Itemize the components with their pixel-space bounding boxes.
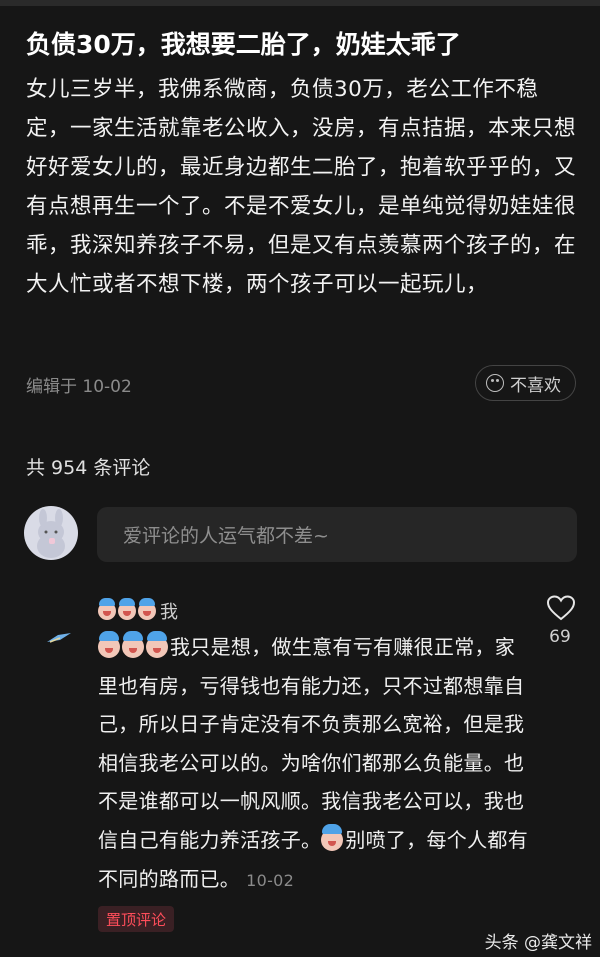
dislike-button[interactable]: 不喜欢 <box>475 365 576 401</box>
post-edit-time: 编辑于 10-02 <box>26 377 132 397</box>
post-title: 负债30万，我想要二胎了，奶娃太乖了 <box>26 30 461 59</box>
crying-emoji-icon <box>146 631 168 658</box>
commenter-avatar-icon[interactable] <box>46 632 72 644</box>
crying-emoji-icon <box>321 823 344 851</box>
dislike-label: 不喜欢 <box>510 375 561 396</box>
comment-count: 共 954 条评论 <box>26 457 151 479</box>
comment-text-part1: 我只是想，做生意有亏有赚很正常，家里也有房，亏得钱也有能力还，只不过都想靠自己，… <box>98 635 525 852</box>
crying-emoji-icon <box>98 598 116 620</box>
comment-input[interactable]: 爱评论的人运气都不差~ <box>97 507 577 562</box>
post-body: 女儿三岁半，我佛系微商，负债30万，老公工作不稳定，一家生活就靠老公收入，没房，… <box>26 77 577 297</box>
crying-emoji-icon <box>122 631 144 658</box>
watermark: 头条 @龚文祥 <box>484 933 592 953</box>
like-button[interactable] <box>546 595 576 625</box>
top-strip <box>0 0 600 6</box>
crying-emoji-icon <box>98 631 120 658</box>
user-avatar[interactable] <box>24 506 78 560</box>
comment-author-name: 我 <box>160 602 178 623</box>
bunny-avatar-icon <box>37 509 65 558</box>
pinned-comment-tag: 置顶评论 <box>98 906 175 932</box>
heart-icon <box>546 595 576 621</box>
like-count: 69 <box>549 627 571 647</box>
comment-date: 10-02 <box>246 870 295 890</box>
comment-author[interactable]: 我 <box>98 598 178 624</box>
crying-emoji-icon <box>118 598 136 620</box>
comment-input-placeholder: 爱评论的人运气都不差~ <box>123 525 329 547</box>
crying-emoji-icon <box>138 598 156 620</box>
frown-icon <box>486 374 504 392</box>
comment-text: 我只是想，做生意有亏有赚很正常，家里也有房，亏得钱也有能力还，只不过都想靠自己，… <box>98 628 530 900</box>
